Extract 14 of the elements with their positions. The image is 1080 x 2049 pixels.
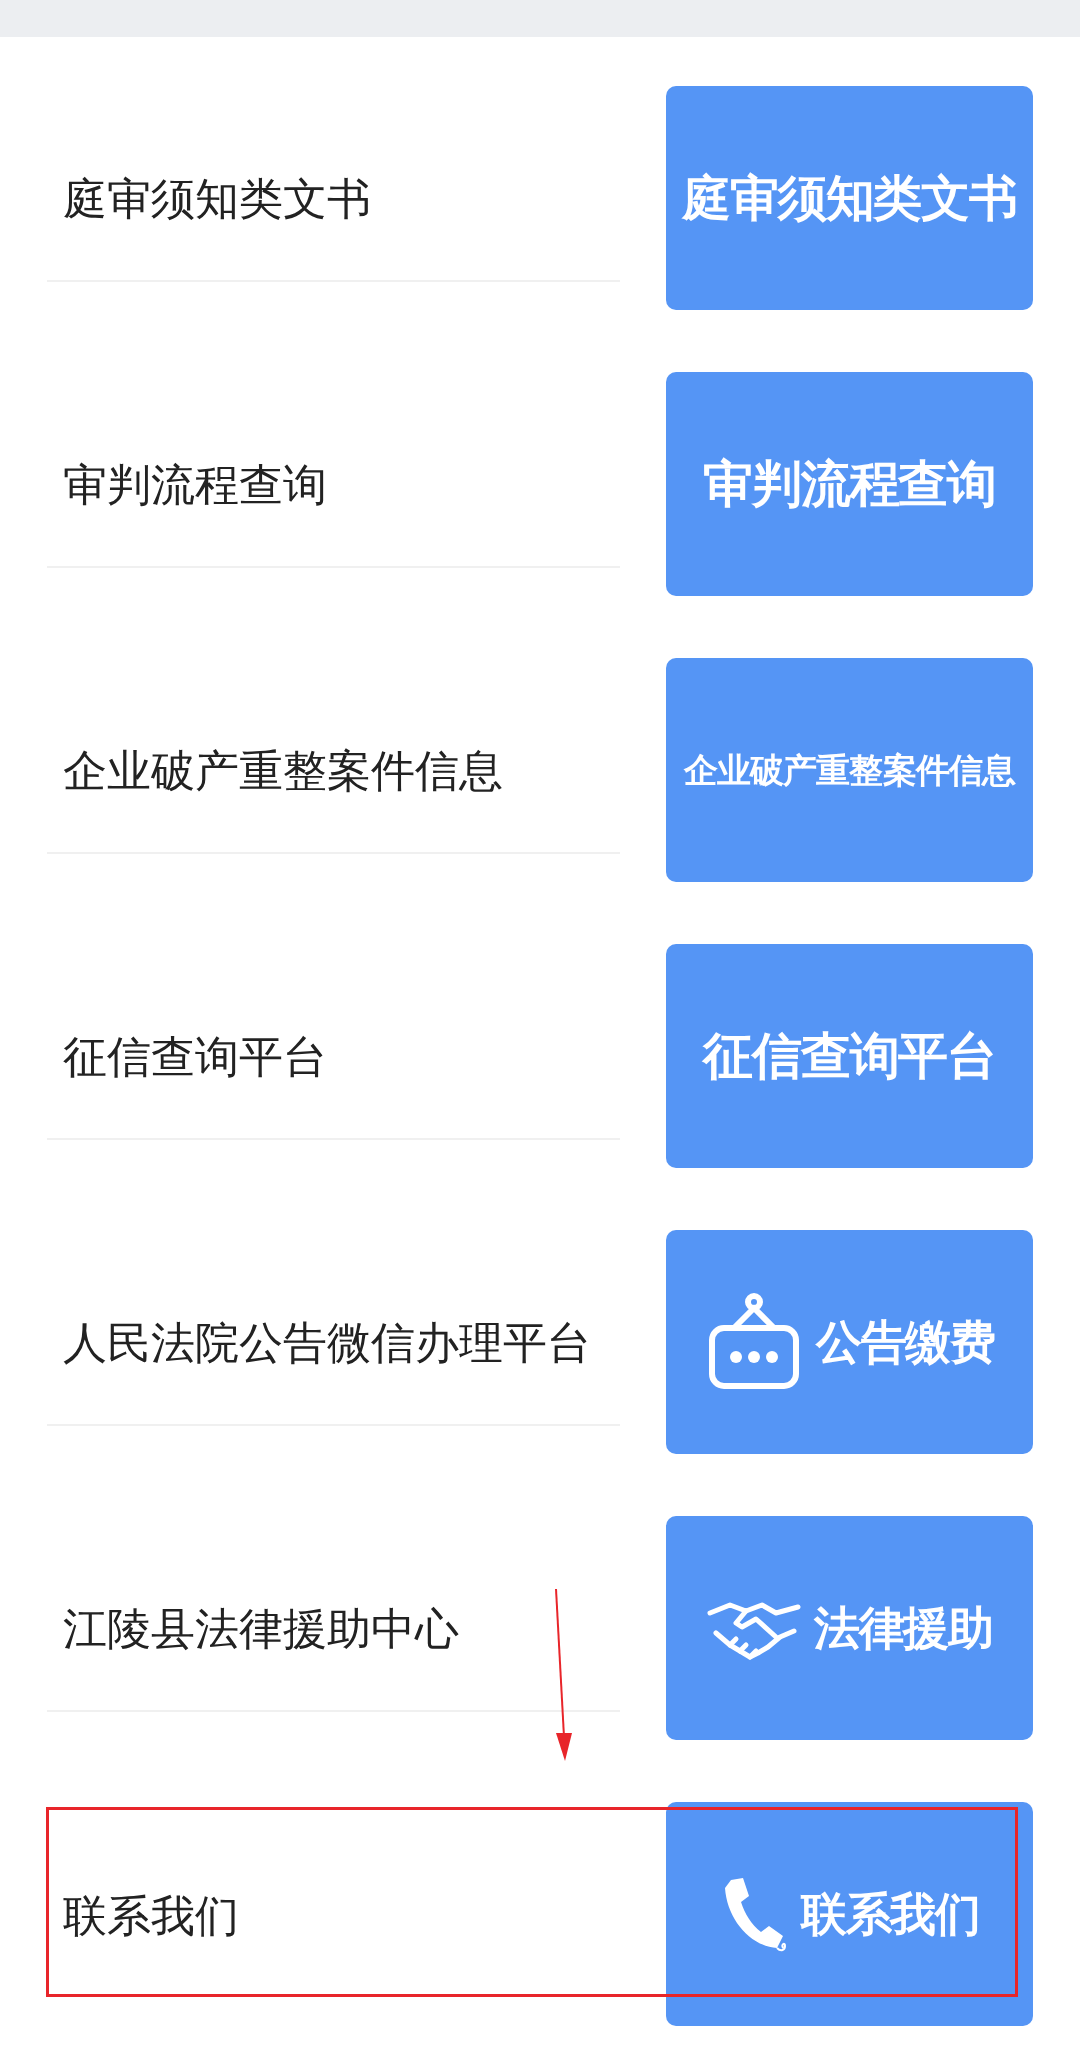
item-label[interactable]: 庭审须知类文书: [63, 170, 371, 228]
item-label[interactable]: 审判流程查询: [63, 456, 327, 514]
tile-label: 法律援助: [813, 1599, 994, 1657]
item-label[interactable]: 联系我们: [63, 1887, 239, 1945]
item-label[interactable]: 江陵县法律援助中心: [63, 1600, 459, 1658]
tile-label: 征信查询平台: [703, 1025, 996, 1087]
tile-label: 庭审须知类文书: [682, 168, 1017, 228]
tile-label: 企业破产重整案件信息: [683, 748, 1016, 792]
item-label[interactable]: 企业破产重整案件信息: [63, 742, 503, 800]
item-label[interactable]: 征信查询平台: [63, 1028, 327, 1086]
item-label[interactable]: 人民法院公告微信办理平台: [63, 1314, 591, 1372]
tile-label: 审判流程查询: [703, 453, 996, 515]
tile-label: 联系我们: [800, 1885, 981, 1943]
tile-label: 公告缴费: [815, 1313, 996, 1371]
